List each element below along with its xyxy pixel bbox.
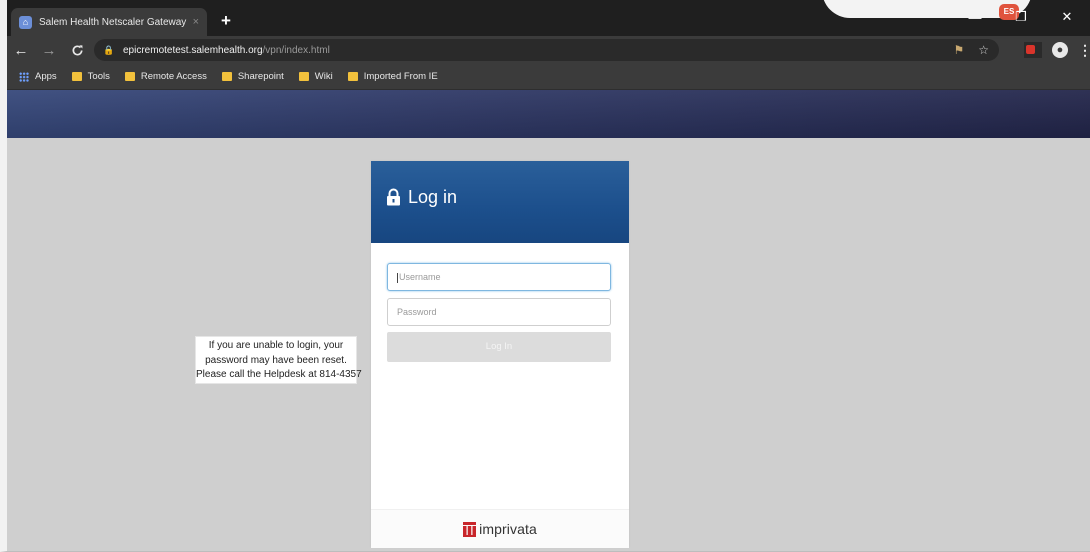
- omnibox-actions: ⚑ ☆: [953, 39, 989, 61]
- imprivata-mark-icon: [463, 521, 477, 537]
- folder-icon: [71, 72, 82, 81]
- notice-line: password may have been reset.: [205, 354, 347, 366]
- url-path: /vpn/index.html: [262, 44, 330, 56]
- bookmark-sharepoint[interactable]: Sharepoint: [221, 71, 284, 82]
- browser-toolbar: ← → 🔒 epicremotetest.salemhealth.org/vpn…: [7, 36, 1090, 64]
- padlock-icon: [387, 188, 400, 206]
- username-input[interactable]: Username: [387, 263, 611, 291]
- tab-close-icon[interactable]: ×: [193, 16, 199, 28]
- site-banner: [7, 90, 1090, 138]
- address-bar[interactable]: 🔒 epicremotetest.salemhealth.org/vpn/ind…: [94, 39, 999, 61]
- url-host: epicremotetest.salemhealth.org: [123, 44, 263, 56]
- bookmark-label: Wiki: [314, 71, 333, 82]
- login-title: Log in: [408, 187, 458, 207]
- tab-title: Salem Health Netscaler Gateway: [39, 16, 187, 28]
- login-button[interactable]: Log In: [387, 332, 611, 362]
- bookmark-apps[interactable]: Apps: [19, 71, 57, 82]
- bookmark-label: Imported From IE: [363, 71, 438, 82]
- back-button[interactable]: ←: [7, 36, 35, 64]
- secure-lock-icon: 🔒: [103, 44, 115, 55]
- toolbar-right: ● ⋮: [1024, 36, 1090, 64]
- bookmark-label: Tools: [87, 71, 110, 82]
- translate-icon[interactable]: ⚑: [953, 43, 964, 57]
- bookmark-wiki[interactable]: Wiki: [298, 71, 333, 82]
- bookmark-label: Sharepoint: [237, 71, 284, 82]
- login-card: Log in Username Password Log In imprivat…: [371, 161, 629, 548]
- bookmark-imported-from-ie[interactable]: Imported From IE: [347, 71, 438, 82]
- reload-button[interactable]: [63, 36, 91, 64]
- username-placeholder: Username: [399, 272, 441, 282]
- login-header: Log in: [371, 161, 629, 243]
- brand-name: imprivata: [479, 521, 537, 537]
- notice-line: Please call the Helpdesk at 814-4357: [196, 369, 362, 380]
- folder-icon: [221, 72, 232, 81]
- minimize-button[interactable]: —: [952, 4, 998, 30]
- apps-grid-icon: [19, 71, 29, 82]
- profile-icon[interactable]: ●: [1052, 42, 1068, 58]
- forward-button[interactable]: →: [35, 36, 63, 64]
- folder-icon: [298, 72, 309, 81]
- restore-button[interactable]: ❐: [998, 4, 1044, 30]
- password-input[interactable]: Password: [387, 298, 611, 326]
- text-caret: [397, 272, 398, 283]
- window-controls: — ❐ ✕: [952, 4, 1090, 30]
- notice-line: If you are unable to login, your: [208, 340, 344, 351]
- site-favicon: ⌂: [19, 15, 32, 29]
- close-window-button[interactable]: ✕: [1044, 4, 1090, 30]
- new-tab-button[interactable]: +: [215, 11, 237, 31]
- bookmark-label: Remote Access: [140, 71, 207, 82]
- card-footer: imprivata: [371, 509, 629, 548]
- bookmark-label: Apps: [35, 71, 57, 82]
- tab-strip: ⌂ Salem Health Netscaler Gateway × + ES …: [7, 0, 1090, 36]
- extension-icon[interactable]: [1024, 42, 1042, 58]
- folder-icon: [124, 72, 135, 81]
- bookmarks-bar: Apps Tools Remote Access Sharepoint Wiki…: [7, 64, 1090, 90]
- browser-tab[interactable]: ⌂ Salem Health Netscaler Gateway ×: [11, 8, 207, 36]
- imprivata-logo: imprivata: [463, 521, 537, 537]
- bookmark-tools[interactable]: Tools: [71, 71, 110, 82]
- password-placeholder: Password: [397, 307, 437, 317]
- folder-icon: [347, 72, 358, 81]
- bookmark-remote-access[interactable]: Remote Access: [124, 71, 207, 82]
- helpdesk-notice: If you are unable to login, your passwor…: [195, 336, 362, 384]
- reload-icon: [72, 44, 83, 55]
- bookmark-star-icon[interactable]: ☆: [978, 43, 989, 57]
- menu-kebab-icon[interactable]: ⋮: [1078, 42, 1090, 59]
